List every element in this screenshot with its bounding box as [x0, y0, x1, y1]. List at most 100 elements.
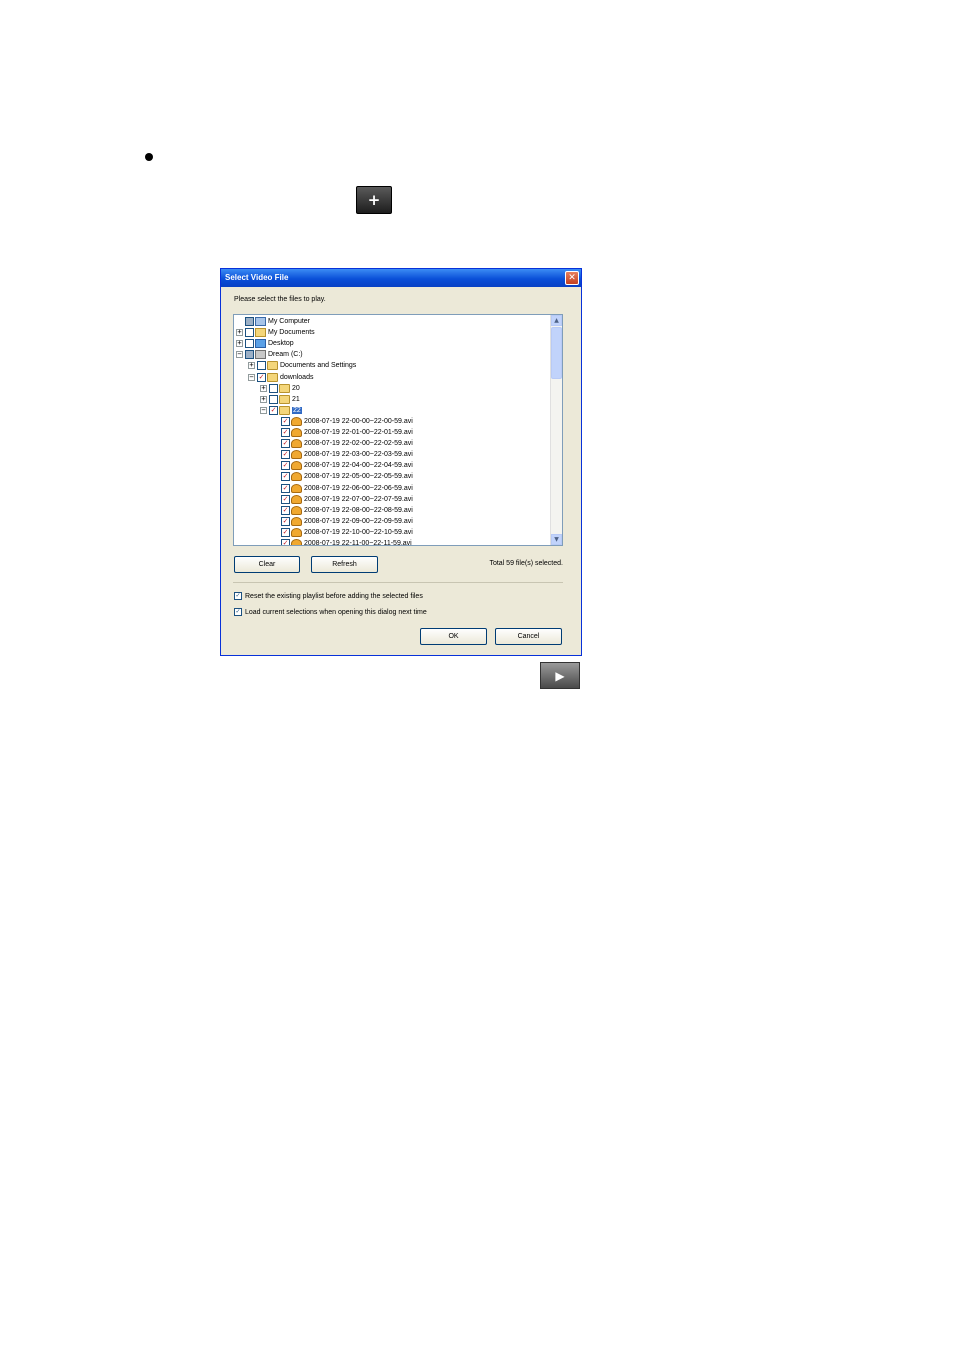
- tree-item-checkbox[interactable]: ✓: [281, 416, 290, 426]
- tree-item-checkbox[interactable]: ✓: [281, 472, 290, 482]
- tree-item[interactable]: + Documents and Settings: [248, 360, 356, 371]
- tree-item[interactable]: My Computer: [236, 316, 310, 327]
- tree-item[interactable]: − Dream (C:): [236, 349, 303, 360]
- tree-item[interactable]: ✓ 2008-07-19 22-10-00~22-10-59.avi: [272, 527, 413, 538]
- tree-item-checkbox[interactable]: ✓: [281, 461, 290, 471]
- tree-item[interactable]: + My Documents: [236, 327, 315, 338]
- expand-icon[interactable]: +: [260, 384, 267, 392]
- video-file-icon: [291, 505, 302, 515]
- collapse-icon[interactable]: −: [236, 351, 243, 359]
- dialog-titlebar: Select Video File ✕: [221, 269, 581, 287]
- tree-item-label: Documents and Settings: [280, 362, 357, 370]
- computer-icon: [255, 317, 266, 326]
- scroll-up-icon[interactable]: ▲: [551, 315, 562, 326]
- tree-item[interactable]: − ✓ downloads: [248, 372, 313, 383]
- dialog-title: Select Video File: [225, 273, 289, 282]
- tree-item-checkbox[interactable]: [245, 328, 254, 338]
- tree-item[interactable]: +21: [260, 394, 300, 405]
- tree-item[interactable]: +20: [260, 383, 300, 394]
- dialog-prompt: Please select the files to play.: [234, 296, 326, 303]
- tree-item-checkbox[interactable]: [257, 361, 266, 371]
- refresh-button[interactable]: Refresh: [311, 556, 378, 573]
- expand-icon[interactable]: +: [248, 362, 255, 370]
- divider: [233, 582, 563, 583]
- tree-item-checkbox[interactable]: [269, 394, 278, 404]
- video-file-icon: [291, 494, 302, 504]
- reset-playlist-checkbox[interactable]: ✓: [234, 592, 242, 600]
- load-selections-checkbox[interactable]: ✓: [234, 608, 242, 616]
- tree-item[interactable]: ✓ 2008-07-19 22-08-00~22-08-59.avi: [272, 505, 413, 516]
- collapse-icon[interactable]: −: [260, 406, 267, 414]
- tree-item-checkbox[interactable]: ✓: [281, 450, 290, 460]
- reset-playlist-label: Reset the existing playlist before addin…: [245, 592, 423, 600]
- tree-item-checkbox[interactable]: [245, 339, 254, 349]
- expand-icon[interactable]: +: [236, 340, 243, 348]
- tree-item[interactable]: ✓ 2008-07-19 22-09-00~22-09-59.avi: [272, 516, 413, 527]
- tree-item-checkbox[interactable]: ✓: [257, 372, 266, 382]
- tree-item[interactable]: ✓ 2008-07-19 22-00-00~22-00-59.avi: [272, 416, 413, 427]
- clear-button[interactable]: Clear: [234, 556, 300, 573]
- tree-item[interactable]: ✓ 2008-07-19 22-06-00~22-06-59.avi: [272, 483, 413, 494]
- tree-item[interactable]: ✓ 2008-07-19 22-07-00~22-07-59.avi: [272, 494, 413, 505]
- tree-item-checkbox[interactable]: ✓: [281, 505, 290, 515]
- tree-item-checkbox[interactable]: ✓: [281, 516, 290, 526]
- folder-icon: [279, 383, 290, 393]
- tree-item-checkbox[interactable]: ✓: [281, 428, 290, 437]
- video-file-icon: [291, 472, 302, 482]
- video-file-icon: [291, 539, 302, 545]
- ok-button[interactable]: OK: [420, 628, 487, 645]
- documents-folder-icon: [255, 328, 266, 338]
- tree-item[interactable]: ✓ 2008-07-19 22-11-00~22-11-59.avi: [272, 538, 412, 546]
- tree-item-checkbox[interactable]: [269, 383, 278, 393]
- folder-icon: [267, 372, 278, 382]
- tree-scrollbar[interactable]: ▲ ▼: [550, 315, 562, 545]
- add-button[interactable]: +: [356, 186, 392, 214]
- expand-icon[interactable]: +: [236, 329, 243, 337]
- tree-item[interactable]: ✓ 2008-07-19 22-05-00~22-05-59.avi: [272, 471, 413, 482]
- play-button[interactable]: ▶: [540, 662, 580, 689]
- tree-item-label: 2008-07-19 22-01-00~22-01-59.avi: [304, 429, 413, 436]
- tree-item-label: 2008-07-19 22-11-00~22-11-59.avi: [304, 540, 412, 546]
- tree-item[interactable]: ✓ 2008-07-19 22-01-00~22-01-59.avi: [272, 427, 413, 438]
- file-tree[interactable]: My Computer + My Documents + Desktop − Dream (…: [233, 314, 563, 546]
- tree-item-checkbox[interactable]: ✓: [281, 527, 290, 537]
- tree-item-label: 2008-07-19 22-10-00~22-10-59.avi: [304, 528, 413, 536]
- tree-item-label: My Computer: [268, 318, 311, 325]
- tree-item[interactable]: ✓ 2008-07-19 22-04-00~22-04-59.avi: [272, 460, 413, 471]
- tree-item-checkbox[interactable]: [245, 350, 254, 360]
- tree-item-label: 2008-07-19 22-02-00~22-02-59.avi: [304, 440, 413, 448]
- video-file-icon: [291, 516, 302, 526]
- tree-item-checkbox[interactable]: [245, 317, 254, 326]
- video-file-icon: [291, 527, 302, 537]
- close-icon[interactable]: ✕: [565, 271, 579, 285]
- scroll-thumb[interactable]: [551, 327, 562, 379]
- reset-playlist-option[interactable]: ✓ Reset the existing playlist before add…: [234, 592, 423, 600]
- load-selections-label: Load current selections when opening thi…: [245, 608, 427, 616]
- tree-item-label: 2008-07-19 22-00-00~22-00-59.avi: [304, 417, 413, 425]
- tree-item-checkbox[interactable]: ✓: [281, 539, 290, 545]
- tree-item-checkbox[interactable]: ✓: [269, 405, 278, 415]
- load-selections-option[interactable]: ✓ Load current selections when opening t…: [234, 608, 427, 616]
- tree-item-label: Desktop: [268, 340, 294, 348]
- tree-item[interactable]: + Desktop: [236, 338, 294, 349]
- bullet-point: [145, 153, 153, 161]
- tree-item[interactable]: − ✓ 22: [260, 405, 302, 416]
- tree-item-checkbox[interactable]: ✓: [281, 483, 290, 493]
- tree-item-checkbox[interactable]: ✓: [281, 439, 290, 449]
- cancel-button[interactable]: Cancel: [495, 628, 562, 645]
- tree-item[interactable]: ✓ 2008-07-19 22-03-00~22-03-59.avi: [272, 449, 413, 460]
- tree-item-label: 21: [292, 395, 300, 403]
- folder-icon: [279, 405, 290, 415]
- tree-item-label: 2008-07-19 22-07-00~22-07-59.avi: [304, 495, 413, 503]
- expand-icon[interactable]: +: [260, 395, 267, 403]
- scroll-down-icon[interactable]: ▼: [551, 534, 562, 545]
- tree-item[interactable]: ✓ 2008-07-19 22-02-00~22-02-59.avi: [272, 438, 413, 449]
- collapse-icon[interactable]: −: [248, 373, 255, 381]
- tree-item-checkbox[interactable]: ✓: [281, 494, 290, 504]
